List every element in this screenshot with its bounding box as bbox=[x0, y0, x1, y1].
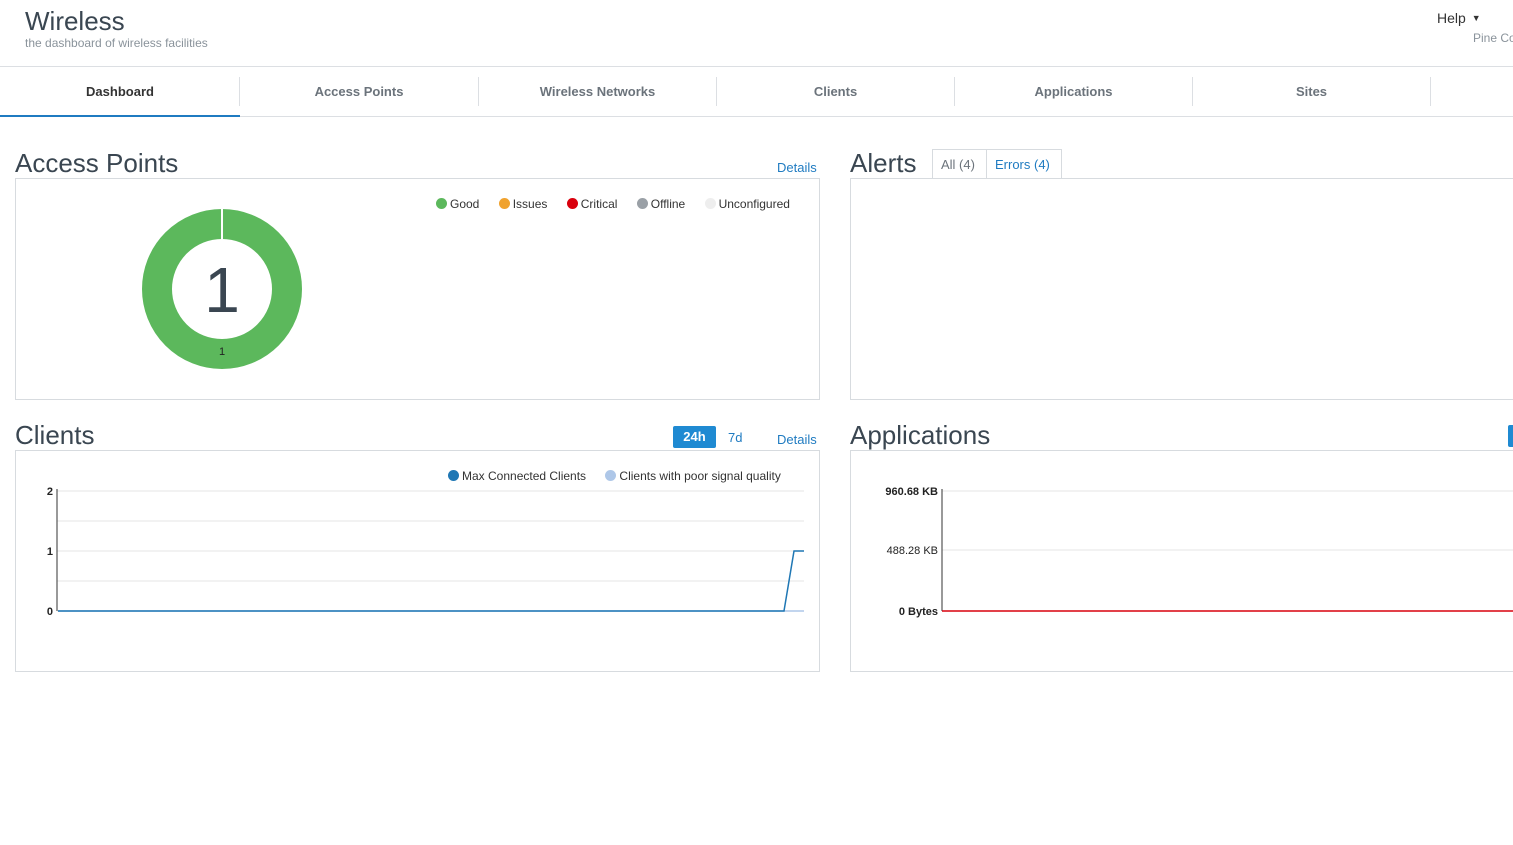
legend-label: Good bbox=[450, 197, 480, 211]
clients-line-chart: 0 1 2 bbox=[47, 486, 804, 618]
access-points-title: Access Points bbox=[15, 148, 179, 178]
help-menu[interactable]: Help ▼ bbox=[1437, 10, 1481, 26]
tab-wireless-networks[interactable]: Wireless Networks bbox=[479, 77, 717, 106]
help-label: Help bbox=[1437, 10, 1466, 26]
donut-center-label: 1 bbox=[204, 254, 240, 326]
y-tick-label: 0 Bytes bbox=[899, 606, 938, 618]
access-points-details-link[interactable]: Details bbox=[777, 160, 817, 175]
organization-name: Pine Co bbox=[1473, 31, 1513, 45]
range-24h-button[interactable]: 24h bbox=[673, 426, 716, 448]
legend-item-issues[interactable]: Issues bbox=[498, 197, 548, 211]
alerts-tab-all[interactable]: All (4) bbox=[932, 149, 987, 178]
applications-panel: 0 Bytes 488.28 KB 960.68 KB bbox=[850, 450, 1513, 672]
access-points-panel: 1 1 Good Issues Critical Offline Unconfi… bbox=[15, 178, 820, 400]
legend-label: Issues bbox=[512, 197, 548, 211]
legend-item-offline[interactable]: Offline bbox=[636, 197, 686, 211]
alerts-panel bbox=[850, 178, 1513, 400]
donut-slice-label: 1 bbox=[219, 346, 225, 358]
caret-down-icon: ▼ bbox=[1471, 13, 1481, 23]
legend-label: Critical bbox=[580, 197, 618, 211]
legend-item-good[interactable]: Good bbox=[436, 197, 479, 211]
tab-applications[interactable]: Applications bbox=[955, 77, 1193, 106]
y-tick-label: 960.68 KB bbox=[885, 486, 938, 498]
main-tabs: Dashboard Access Points Wireless Network… bbox=[0, 66, 1513, 117]
tab-access-points[interactable]: Access Points bbox=[240, 77, 479, 106]
legend-label: Unconfigured bbox=[718, 197, 790, 211]
legend-dot-icon bbox=[636, 198, 648, 209]
legend-label: Offline bbox=[650, 197, 686, 211]
access-points-legend: Good Issues Critical Offline Unconfigure… bbox=[436, 197, 806, 211]
alerts-title: Alerts bbox=[850, 148, 917, 178]
page-subtitle: the dashboard of wireless facilities bbox=[25, 36, 208, 50]
legend-dot-icon bbox=[566, 198, 578, 209]
legend-dot-icon bbox=[498, 198, 510, 209]
alerts-tab-errors[interactable]: Errors (4) bbox=[986, 149, 1062, 178]
legend-item-unconfigured[interactable]: Unconfigured bbox=[704, 197, 790, 211]
clients-panel: Max Connected Clients Clients with poor … bbox=[15, 450, 820, 672]
access-points-donut-chart: 1 1 bbox=[142, 209, 302, 369]
clients-title: Clients bbox=[15, 420, 95, 450]
legend-item-critical[interactable]: Critical bbox=[566, 197, 618, 211]
page-title: Wireless bbox=[25, 6, 125, 36]
legend-dot-icon bbox=[436, 198, 447, 209]
tab-separator bbox=[0, 77, 240, 106]
legend-dot-icon bbox=[704, 198, 716, 209]
y-tick-label: 0 bbox=[47, 606, 53, 618]
y-tick-label: 2 bbox=[47, 486, 53, 498]
y-tick-label: 1 bbox=[47, 546, 53, 558]
applications-title: Applications bbox=[850, 420, 991, 450]
clients-details-link[interactable]: Details bbox=[777, 432, 817, 447]
tab-clients[interactable]: Clients bbox=[717, 77, 955, 106]
range-7d-button[interactable]: 7d bbox=[728, 430, 742, 445]
applications-range-button[interactable] bbox=[1508, 425, 1513, 447]
tab-sites[interactable]: Sites bbox=[1193, 77, 1431, 106]
y-tick-label: 488.28 KB bbox=[887, 545, 938, 557]
applications-line-chart: 0 Bytes 488.28 KB 960.68 KB bbox=[885, 486, 1513, 618]
